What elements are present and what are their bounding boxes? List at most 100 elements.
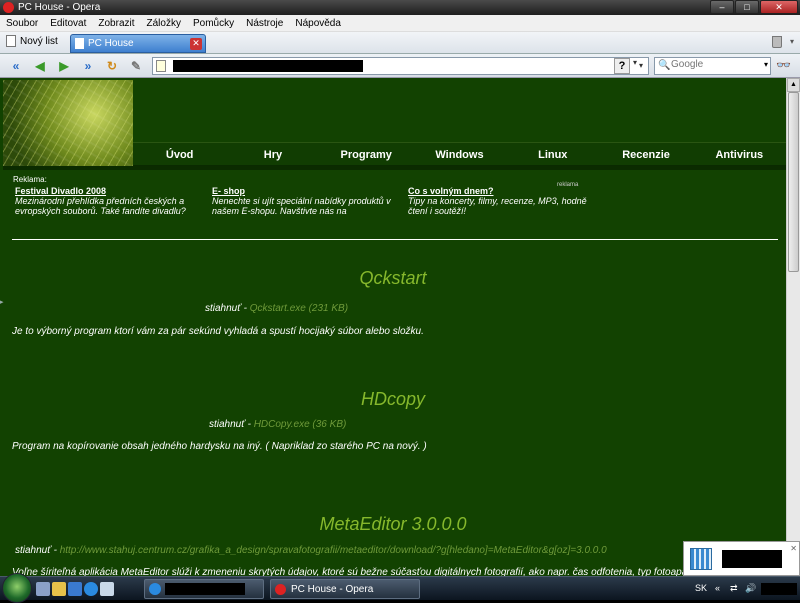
language-indicator[interactable]: SK	[695, 583, 707, 593]
program-title: MetaEditor 3.0.0.0	[319, 514, 467, 534]
redacted-clock	[761, 583, 797, 595]
menu-zobrazit[interactable]: Zobrazit	[92, 18, 140, 29]
help-button[interactable]: ?	[614, 58, 630, 74]
ad-item[interactable]: E- shop Nenechte si ujít speciální nabíd…	[212, 186, 402, 216]
forward-icon[interactable]: ▶	[56, 58, 72, 74]
opera-icon	[275, 583, 286, 595]
window-titlebar[interactable]: PC House - Opera – □ ✕	[0, 0, 800, 15]
glasses-icon[interactable]: 👓	[776, 58, 791, 72]
address-field[interactable]: ▾	[152, 57, 649, 75]
close-button[interactable]: ✕	[760, 0, 798, 14]
reload-icon[interactable]: ↻	[104, 58, 120, 74]
folder-icon[interactable]	[52, 582, 66, 596]
menu-zalozky[interactable]: Záložky	[141, 18, 187, 29]
back-icon[interactable]: ◀	[32, 58, 48, 74]
menu-bar: Soubor Editovat Zobrazit Záložky Pomůcky…	[0, 15, 800, 32]
ad-desc: Nenechte si ujít speciální nabídky produ…	[212, 196, 391, 216]
vertical-scrollbar[interactable]: ▲	[786, 78, 800, 576]
ad-item[interactable]: Co s volným dnem? Tipy na koncerty, film…	[408, 186, 608, 216]
page-content: Úvod Hry Programy Windows Linux Recenzie…	[0, 78, 786, 576]
chevron-down-icon[interactable]: ▾	[764, 60, 768, 69]
ad-title[interactable]: Festival Divadlo 2008	[15, 186, 210, 196]
ads-label: Reklama:	[13, 175, 47, 184]
maximize-button[interactable]: □	[735, 0, 759, 14]
ad-extra: reklama	[557, 182, 579, 188]
switch-windows-icon[interactable]	[100, 582, 114, 596]
redacted-notification	[722, 550, 782, 568]
calendar-icon	[690, 548, 712, 570]
redacted-window-title	[165, 583, 245, 595]
ad-title[interactable]: E- shop	[212, 186, 402, 196]
menu-pomucky[interactable]: Pomůcky	[187, 18, 240, 29]
new-tab-button[interactable]: Nový list	[6, 35, 58, 47]
scroll-up-icon[interactable]: ▲	[787, 78, 800, 92]
download-link[interactable]: http://www.stahuj.centrum.cz/grafika_a_d…	[60, 545, 607, 556]
tab-pc-house[interactable]: PC House ✕	[70, 34, 206, 53]
volume-icon[interactable]: 🔊	[745, 583, 756, 594]
menu-nastroje[interactable]: Nástroje	[240, 18, 289, 29]
close-icon[interactable]: ✕	[790, 544, 797, 553]
chevron-down-icon[interactable]: ▾	[633, 58, 637, 67]
notification-popup[interactable]: ✕	[683, 541, 800, 576]
program-title: Qckstart	[359, 268, 427, 288]
ad-item[interactable]: Festival Divadlo 2008 Mezinárodní přehlí…	[15, 186, 210, 216]
program-description: Program na kopírovanie obsah jedného har…	[12, 441, 427, 452]
taskbar-item-opera[interactable]: PC House - Opera	[270, 579, 420, 599]
search-icon: 🔍	[658, 60, 671, 71]
download-line: stiahnuť - http://www.stahuj.centrum.cz/…	[15, 545, 607, 556]
program-description: Voľne šíriteľná aplikácia MetaEditor slú…	[12, 567, 716, 576]
download-link[interactable]: Qckstart.exe (231 KB)	[250, 303, 348, 314]
start-button[interactable]	[2, 573, 32, 603]
nav-antivirus[interactable]: Antivirus	[693, 143, 786, 165]
download-link[interactable]: HDCopy.exe (36 KB)	[254, 419, 347, 430]
window-title: PC House - Opera	[18, 2, 101, 13]
download-line: stiahnuť - Qckstart.exe (231 KB)	[205, 303, 348, 314]
nav-uvod[interactable]: Úvod	[133, 143, 226, 165]
opera-icon	[3, 2, 14, 13]
fast-forward-icon[interactable]: »	[80, 58, 96, 74]
minimize-button[interactable]: –	[710, 0, 734, 14]
ad-desc: Mezinárodní přehlídka předních českých a…	[15, 196, 186, 216]
divider	[3, 166, 786, 170]
nav-programy[interactable]: Programy	[320, 143, 413, 165]
trash-icon[interactable]	[772, 36, 782, 48]
system-tray: SK « ⇄ 🔊	[685, 577, 800, 601]
network-icon[interactable]: ⇄	[730, 583, 738, 594]
menu-napoveda[interactable]: Nápověda	[289, 18, 347, 29]
show-desktop-icon[interactable]	[36, 582, 50, 596]
program-title: HDcopy	[360, 389, 426, 409]
site-nav: Úvod Hry Programy Windows Linux Recenzie…	[133, 142, 786, 166]
program-description: Je to výborný program ktorí vám za pár s…	[12, 326, 424, 337]
media-player-icon[interactable]	[68, 582, 82, 596]
search-input[interactable]	[671, 59, 751, 70]
address-toolbar: « ◀ ▶ » ↻ ✎ ▾ ? ▾ 🔍 ▾ 👓	[0, 54, 800, 78]
search-field[interactable]: 🔍 ▾	[654, 57, 771, 75]
new-page-icon	[6, 35, 16, 47]
chevron-down-icon[interactable]: ▾	[790, 37, 794, 46]
window-controls: – □ ✕	[709, 0, 798, 14]
horizontal-rule	[12, 239, 778, 240]
page-icon	[156, 60, 166, 72]
taskbar-item-label: PC House - Opera	[291, 583, 374, 595]
internet-explorer-icon[interactable]	[84, 582, 98, 596]
scroll-thumb[interactable]	[788, 92, 799, 272]
close-tab-icon[interactable]: ✕	[190, 38, 202, 50]
nav-recenzie[interactable]: Recenzie	[599, 143, 692, 165]
download-prefix: stiahnuť -	[205, 303, 250, 314]
nav-linux[interactable]: Linux	[506, 143, 599, 165]
page-icon	[75, 38, 84, 49]
taskbar: PC House - Opera SK « ⇄ 🔊	[0, 573, 800, 603]
rewind-icon[interactable]: «	[8, 58, 24, 74]
download-prefix: stiahnuť -	[15, 545, 60, 556]
nav-hry[interactable]: Hry	[226, 143, 319, 165]
nav-windows[interactable]: Windows	[413, 143, 506, 165]
ad-desc: Tipy na koncerty, filmy, recenze, MP3, h…	[408, 196, 587, 216]
download-prefix: stiahnuť -	[209, 419, 254, 430]
menu-soubor[interactable]: Soubor	[0, 18, 44, 29]
download-line: stiahnuť - HDCopy.exe (36 KB)	[209, 419, 346, 430]
menu-editovat[interactable]: Editovat	[44, 18, 92, 29]
taskbar-item-ie[interactable]	[144, 579, 264, 599]
edit-icon[interactable]: ✎	[128, 58, 144, 74]
panel-toggle-icon[interactable]: ▸	[0, 298, 4, 306]
chevron-left-icon[interactable]: «	[715, 583, 720, 593]
